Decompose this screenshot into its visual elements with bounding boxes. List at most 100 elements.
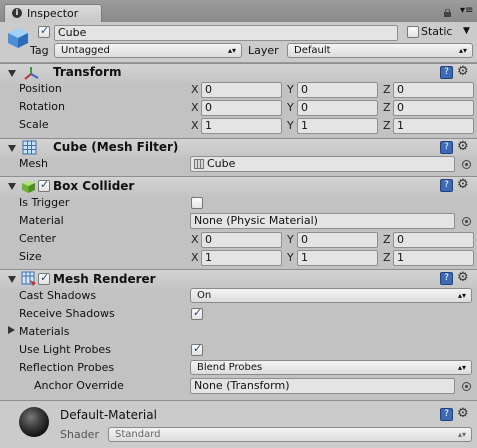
center-label: Center <box>19 232 57 245</box>
dropdown-arrows-icon: ▴▾ <box>457 291 466 300</box>
rotation-z-field[interactable]: 0 <box>393 100 474 116</box>
active-checkbox[interactable] <box>38 24 50 38</box>
object-picker-icon[interactable] <box>462 160 471 169</box>
object-picker-icon[interactable] <box>462 382 471 391</box>
axis-z-label: Z <box>383 233 391 246</box>
shader-value: Standard <box>115 429 161 440</box>
dropdown-arrows-icon: ▴▾ <box>457 430 466 439</box>
dropdown-arrows-icon: ▴▾ <box>457 363 466 372</box>
mesh-label: Mesh <box>19 157 48 170</box>
is-trigger-checkbox[interactable] <box>191 197 203 209</box>
foldout-arrow-icon[interactable] <box>8 183 16 190</box>
gear-icon[interactable]: ⚙ <box>457 65 469 78</box>
dropdown-arrows-icon: ▴▾ <box>458 46 467 55</box>
static-dropdown-arrow-icon[interactable]: ▼ <box>463 26 470 36</box>
axis-x-label: X <box>191 233 199 246</box>
position-label: Position <box>19 82 62 95</box>
static-label: Static <box>421 25 453 38</box>
tab-inspector[interactable]: i Inspector <box>4 4 102 22</box>
axis-y-label: Y <box>287 251 294 264</box>
size-z-field[interactable]: 1 <box>393 250 474 266</box>
transform-icon <box>22 65 40 81</box>
transform-title: Transform <box>53 65 122 79</box>
reflection-probes-dropdown[interactable]: Blend Probes ▴▾ <box>190 360 472 375</box>
rotation-y-field[interactable]: 0 <box>297 100 378 116</box>
mesh-asset-icon <box>194 159 204 169</box>
use-light-probes-label: Use Light Probes <box>19 343 111 356</box>
help-icon[interactable]: ? <box>440 66 453 79</box>
tab-menu-icon[interactable]: ▾≡ <box>460 6 473 16</box>
lock-icon[interactable] <box>443 7 452 17</box>
use-light-probes-checkbox[interactable] <box>191 342 203 356</box>
tag-value: Untagged <box>61 45 110 56</box>
axis-x-label: X <box>191 83 199 96</box>
foldout-arrow-icon[interactable] <box>8 276 16 283</box>
axis-x-label: X <box>191 251 199 264</box>
static-checkbox[interactable] <box>407 26 419 38</box>
layer-dropdown[interactable]: Default ▴▾ <box>287 43 473 58</box>
help-icon[interactable]: ? <box>440 179 453 192</box>
foldout-arrow-icon[interactable] <box>8 70 16 77</box>
help-icon[interactable]: ? <box>440 408 453 421</box>
reflection-probes-value: Blend Probes <box>197 362 263 373</box>
mesh-renderer-icon <box>21 271 37 287</box>
cast-shadows-dropdown[interactable]: On ▴▾ <box>190 288 472 303</box>
layer-value: Default <box>294 45 331 56</box>
axis-y-label: Y <box>287 101 294 114</box>
material-name: Default-Material <box>60 408 157 422</box>
position-z-field[interactable]: 0 <box>393 82 474 98</box>
cast-shadows-value: On <box>197 290 212 301</box>
materials-foldout-arrow-icon[interactable] <box>8 326 15 334</box>
gear-icon[interactable]: ⚙ <box>457 271 469 284</box>
rotation-x-field[interactable]: 0 <box>201 100 282 116</box>
help-icon[interactable]: ? <box>440 272 453 285</box>
tab-label: Inspector <box>27 7 79 20</box>
scale-z-field[interactable]: 1 <box>393 118 474 134</box>
mesh-value: Cube <box>207 157 236 170</box>
tag-dropdown[interactable]: Untagged ▴▾ <box>54 43 242 58</box>
center-x-field[interactable]: 0 <box>201 232 282 248</box>
mesh-renderer-enabled-checkbox[interactable] <box>38 271 50 285</box>
axis-y-label: Y <box>287 119 294 132</box>
foldout-arrow-icon[interactable] <box>8 145 16 152</box>
axis-y-label: Y <box>287 233 294 246</box>
position-y-field[interactable]: 0 <box>297 82 378 98</box>
axis-z-label: Z <box>383 101 391 114</box>
axis-x-label: X <box>191 119 199 132</box>
physic-material-field[interactable]: None (Physic Material) <box>190 213 455 229</box>
info-icon: i <box>12 8 22 18</box>
cube-icon <box>6 26 30 50</box>
object-name-field[interactable]: Cube <box>54 25 398 41</box>
mesh-filter-title: Cube (Mesh Filter) <box>53 140 179 154</box>
materials-label[interactable]: Materials <box>19 325 69 338</box>
gear-icon[interactable]: ⚙ <box>457 407 469 420</box>
material-label: Material <box>19 214 64 227</box>
shader-dropdown[interactable]: Standard ▴▾ <box>108 427 472 442</box>
object-picker-icon[interactable] <box>462 217 471 226</box>
tag-label: Tag <box>30 44 49 57</box>
box-collider-icon <box>21 179 36 194</box>
rotation-label: Rotation <box>19 100 66 113</box>
anchor-override-field[interactable]: None (Transform) <box>190 378 455 394</box>
receive-shadows-checkbox[interactable] <box>191 306 203 320</box>
mesh-field[interactable]: Cube <box>190 156 455 172</box>
size-x-field[interactable]: 1 <box>201 250 282 266</box>
gear-icon[interactable]: ⚙ <box>457 140 469 153</box>
scale-x-field[interactable]: 1 <box>201 118 282 134</box>
scale-y-field[interactable]: 1 <box>297 118 378 134</box>
cast-shadows-label: Cast Shadows <box>19 289 97 302</box>
size-y-field[interactable]: 1 <box>297 250 378 266</box>
scale-label: Scale <box>19 118 49 131</box>
help-icon[interactable]: ? <box>440 141 453 154</box>
gear-icon[interactable]: ⚙ <box>457 178 469 191</box>
position-x-field[interactable]: 0 <box>201 82 282 98</box>
dropdown-arrows-icon: ▴▾ <box>227 46 236 55</box>
box-collider-enabled-checkbox[interactable] <box>38 178 50 192</box>
material-sphere-icon <box>18 406 50 438</box>
axis-x-label: X <box>191 101 199 114</box>
center-y-field[interactable]: 0 <box>297 232 378 248</box>
is-trigger-label: Is Trigger <box>19 196 70 209</box>
shader-label: Shader <box>60 428 99 441</box>
center-z-field[interactable]: 0 <box>393 232 474 248</box>
axis-z-label: Z <box>383 119 391 132</box>
